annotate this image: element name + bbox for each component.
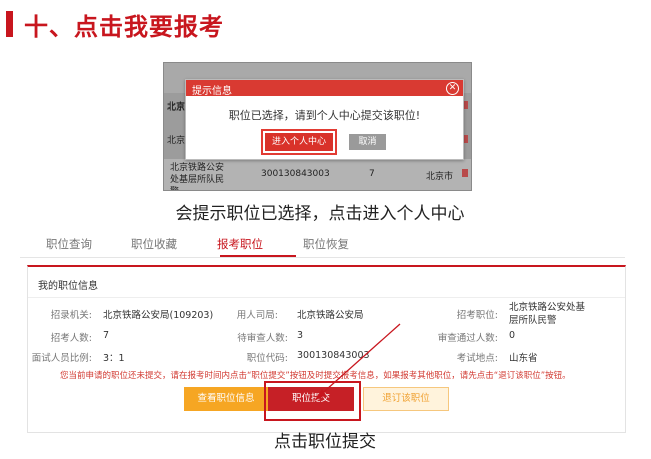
recruit-org-value: 北京铁路公安局(109203) bbox=[103, 310, 214, 321]
heading-accent-bar bbox=[6, 11, 13, 37]
quota-value: 7 bbox=[103, 330, 110, 341]
exam-place-label: 考试地点: bbox=[456, 353, 498, 364]
panel-title: 我的职位信息 bbox=[38, 281, 98, 292]
prompt-dialog: 提示信息 ✕ 职位已选择，请到个人中心提交该职位! 进入个人中心 取消 bbox=[185, 79, 464, 160]
tab-position-restore[interactable]: 职位恢复 bbox=[303, 236, 349, 252]
exam-place-value: 山东省 bbox=[509, 353, 538, 364]
unsubmitted-notice: 您当前申请的职位还未提交，请在报考时间内点击“职位提交”按钮及时提交报考信息，如… bbox=[60, 371, 571, 381]
dialog-screenshot: 北京 北京 北京 北京铁路公安处基层所队民警 300130843003 7 北京… bbox=[163, 62, 472, 191]
recruit-org-label: 招录机关: bbox=[50, 310, 92, 321]
quota-label: 招考人数: bbox=[50, 333, 92, 344]
bg-cell: 北京 bbox=[167, 136, 186, 146]
employer-value: 北京铁路公安局 bbox=[297, 310, 364, 321]
dialog-title: 提示信息 bbox=[192, 86, 232, 97]
tab-position-query[interactable]: 职位查询 bbox=[46, 236, 92, 252]
active-tab-indicator bbox=[220, 255, 296, 257]
cancel-button[interactable]: 取消 bbox=[349, 134, 386, 150]
dialog-message: 职位已选择，请到个人中心提交该职位! bbox=[228, 109, 421, 122]
close-icon[interactable]: ✕ bbox=[446, 82, 459, 95]
bg-cell: 7 bbox=[369, 169, 375, 179]
tab-bar: 职位查询 职位收藏 报考职位 职位恢复 bbox=[20, 233, 625, 258]
position-label: 招考职位: bbox=[456, 310, 498, 321]
my-position-panel: 我的职位信息 招录机关: 北京铁路公安局(109203) 用人司局: 北京铁路公… bbox=[27, 265, 626, 433]
highlight-frame bbox=[264, 381, 361, 421]
divider bbox=[28, 297, 625, 298]
code-label: 职位代码: bbox=[246, 353, 288, 364]
passed-value: 0 bbox=[509, 330, 516, 341]
bg-red-marker bbox=[462, 169, 468, 177]
tab-applied-position[interactable]: 报考职位 bbox=[217, 236, 263, 252]
view-position-button[interactable]: 查看职位信息 bbox=[184, 387, 268, 411]
bg-cell: 北京市 bbox=[426, 172, 454, 182]
tab-position-favorites[interactable]: 职位收藏 bbox=[131, 236, 177, 252]
ratio-value: 3：1 bbox=[103, 353, 125, 364]
ratio-label: 面试人员比例: bbox=[31, 353, 92, 364]
pending-value: 3 bbox=[297, 330, 304, 341]
bg-cell: 300130843003 bbox=[261, 169, 330, 179]
position-value-line1: 北京铁路公安处基 bbox=[509, 302, 586, 313]
enter-personal-center-button[interactable]: 进入个人中心 bbox=[261, 129, 337, 155]
bg-cell: 北京铁路公安处基层所队民警 bbox=[170, 163, 225, 190]
caption-1: 会提示职位已选择，点击进入个人中心 bbox=[175, 204, 465, 224]
unsubscribe-position-button[interactable]: 退订该职位 bbox=[363, 387, 449, 411]
section-heading: 十、点击我要报考 bbox=[6, 6, 326, 42]
code-value: 300130843003 bbox=[297, 350, 370, 361]
employer-label: 用人司局: bbox=[236, 310, 278, 321]
bg-cell: 北京 bbox=[167, 103, 186, 113]
passed-label: 审查通过人数: bbox=[437, 333, 498, 344]
pending-label: 待审查人数: bbox=[237, 333, 288, 344]
heading-text: 十、点击我要报考 bbox=[24, 13, 224, 41]
position-value-line2: 层所队民警 bbox=[509, 315, 557, 326]
caption-2: 点击职位提交 bbox=[274, 432, 376, 452]
dialog-titlebar: 提示信息 ✕ bbox=[186, 80, 463, 97]
